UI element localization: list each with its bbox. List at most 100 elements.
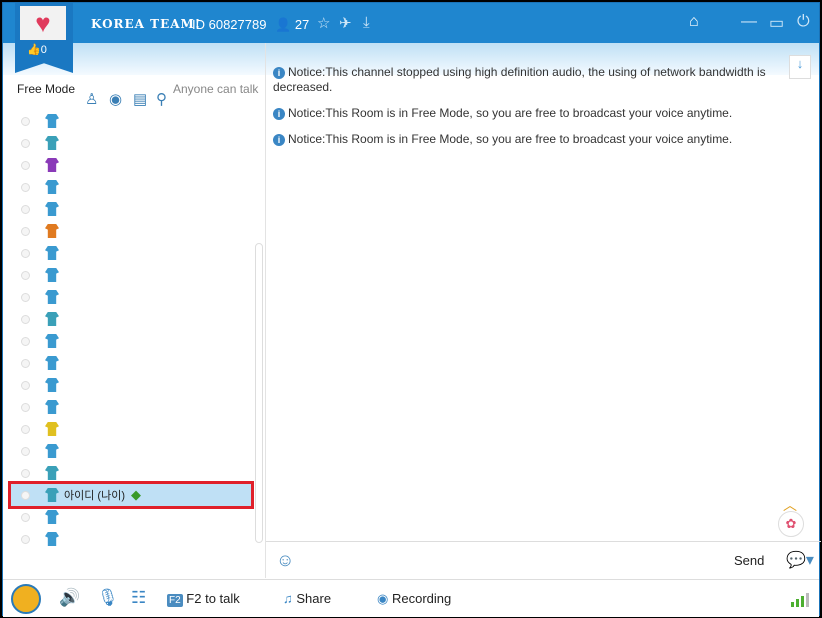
member-list-item[interactable] [11, 198, 251, 220]
plane-icon[interactable]: ✈ [339, 14, 352, 32]
recording-button[interactable]: ◉ Recording [377, 591, 451, 607]
member-rank-icon [45, 510, 59, 524]
member-list-scrollbar[interactable] [255, 243, 263, 543]
status-dot [21, 138, 30, 148]
member-list-item[interactable] [11, 110, 251, 132]
thumbs-up-icon: 👍 [27, 44, 41, 56]
member-list-item[interactable] [11, 308, 251, 330]
info-icon: i [273, 67, 285, 79]
status-dot [21, 204, 30, 214]
member-list-item[interactable] [11, 242, 251, 264]
room-name: KOREA TEAM! [91, 17, 202, 31]
flower-gift-icon[interactable]: ✿ [778, 511, 804, 537]
heart-logo-icon[interactable]: ♥ [20, 6, 66, 40]
member-rank-icon [45, 356, 59, 370]
search-icon[interactable]: ⚲ [156, 90, 167, 108]
member-rank-icon [45, 334, 59, 348]
status-dot [21, 336, 30, 346]
member-list-item[interactable] [11, 462, 251, 484]
maximize-button[interactable]: ▭ [769, 13, 784, 33]
member-rank-icon [45, 202, 59, 216]
likes-count: 0 [40, 44, 47, 56]
status-dot [21, 248, 30, 258]
member-rank-icon [45, 136, 59, 150]
speaker-icon[interactable]: 🔊 [59, 588, 80, 608]
minimize-button[interactable]: — [741, 13, 757, 31]
member-rank-icon [45, 158, 59, 172]
member-rank-icon [45, 488, 59, 502]
download-arrow-icon[interactable]: ↓ [789, 55, 811, 79]
member-list-item[interactable] [11, 418, 251, 440]
member-list-item[interactable] [11, 132, 251, 154]
recording-label: Recording [391, 591, 452, 606]
member-list-item[interactable] [11, 330, 251, 352]
member-list-item[interactable] [11, 220, 251, 242]
chat-bubble-dropdown-icon[interactable]: 💬▾ [786, 550, 814, 570]
user-icon: 👤 [275, 17, 292, 32]
status-dot [21, 468, 30, 478]
message-text: Notice:This Room is in Free Mode, so you… [288, 106, 733, 120]
status-dot [21, 116, 30, 126]
status-dot [21, 358, 30, 368]
mixer-icon[interactable]: ☷ [131, 588, 146, 608]
send-button[interactable]: Send [734, 553, 764, 568]
notice-message: i Notice:This Room is in Free Mode, so yo… [273, 106, 813, 121]
location-icon[interactable]: ◉ [109, 90, 122, 108]
notice-message: i Notice:This Room is in Free Mode, so yo… [273, 132, 813, 147]
member-rank-icon [45, 180, 59, 194]
notice-message: i Notice:This channel stopped using high … [273, 65, 813, 95]
chat-input-bar[interactable]: ☺ Send 💬▾ [266, 541, 821, 579]
home-icon[interactable]: ⌂ [689, 13, 699, 31]
member-rank-icon [45, 378, 59, 392]
member-list-item[interactable] [11, 264, 251, 286]
avatar[interactable] [11, 584, 41, 614]
member-rank-icon [45, 532, 59, 546]
member-list-item[interactable] [11, 374, 251, 396]
microphone-icon[interactable]: 🎙 [97, 588, 119, 608]
member-list-item[interactable] [11, 396, 251, 418]
leaf-badge-icon: ◆ [130, 487, 141, 502]
info-icon: i [273, 108, 285, 120]
member-rank-icon [45, 290, 59, 304]
title-bar: KOREA TEAM! ID 60827789 👤 27 ☆ ✈ ⤓ ⌂ — ▭… [3, 3, 819, 43]
status-dot [21, 380, 30, 390]
user-count[interactable]: 👤 27 [275, 17, 309, 33]
share-label: Share [296, 591, 332, 606]
f2-to-talk-button[interactable]: F2 F2 to talk [167, 591, 240, 607]
share-button[interactable]: ♫ Share [283, 591, 331, 606]
f2-key-icon: F2 [167, 594, 183, 607]
member-list-item[interactable] [11, 506, 251, 528]
member-list-item[interactable]: 아이디 (나이) ◆ [8, 481, 254, 509]
members-icon[interactable]: ♙ [85, 90, 98, 108]
member-list-item[interactable] [11, 154, 251, 176]
download-icon[interactable]: ⤓ [363, 14, 370, 31]
status-dot [21, 402, 30, 412]
status-dot [21, 292, 30, 302]
star-icon[interactable]: ☆ [317, 14, 330, 32]
message-area: i Notice:This channel stopped using high … [273, 65, 813, 158]
member-list-item[interactable] [11, 528, 251, 550]
member-rank-icon [45, 422, 59, 436]
power-button[interactable]: ⏻ [797, 13, 810, 31]
member-list-item[interactable] [11, 352, 251, 374]
status-dot [21, 512, 30, 522]
signal-strength-icon [791, 593, 809, 607]
member-list-item[interactable] [11, 176, 251, 198]
bottom-bar: 🔊 🎙 ☷ F2 F2 to talk ♫ Share ◉ Recording [3, 579, 819, 617]
music-note-icon: ♫ [283, 591, 293, 606]
status-dot [21, 314, 30, 324]
likes[interactable]: 👍0 [27, 43, 47, 56]
member-name: 아이디 (나이) [64, 490, 125, 502]
status-dot [21, 160, 30, 170]
notes-icon[interactable]: ▤ [133, 90, 147, 108]
status-dot [21, 534, 30, 544]
f2-label: F2 to talk [186, 591, 240, 606]
status-dot [21, 446, 30, 456]
room-id: ID 60827789 [192, 17, 267, 32]
member-list: 아이디 (나이) ◆ [3, 109, 254, 550]
member-list-item[interactable] [11, 286, 251, 308]
member-list-item[interactable] [11, 440, 251, 462]
status-dot [21, 226, 30, 236]
emoji-icon[interactable]: ☺ [276, 550, 294, 571]
member-rank-icon [45, 444, 59, 458]
